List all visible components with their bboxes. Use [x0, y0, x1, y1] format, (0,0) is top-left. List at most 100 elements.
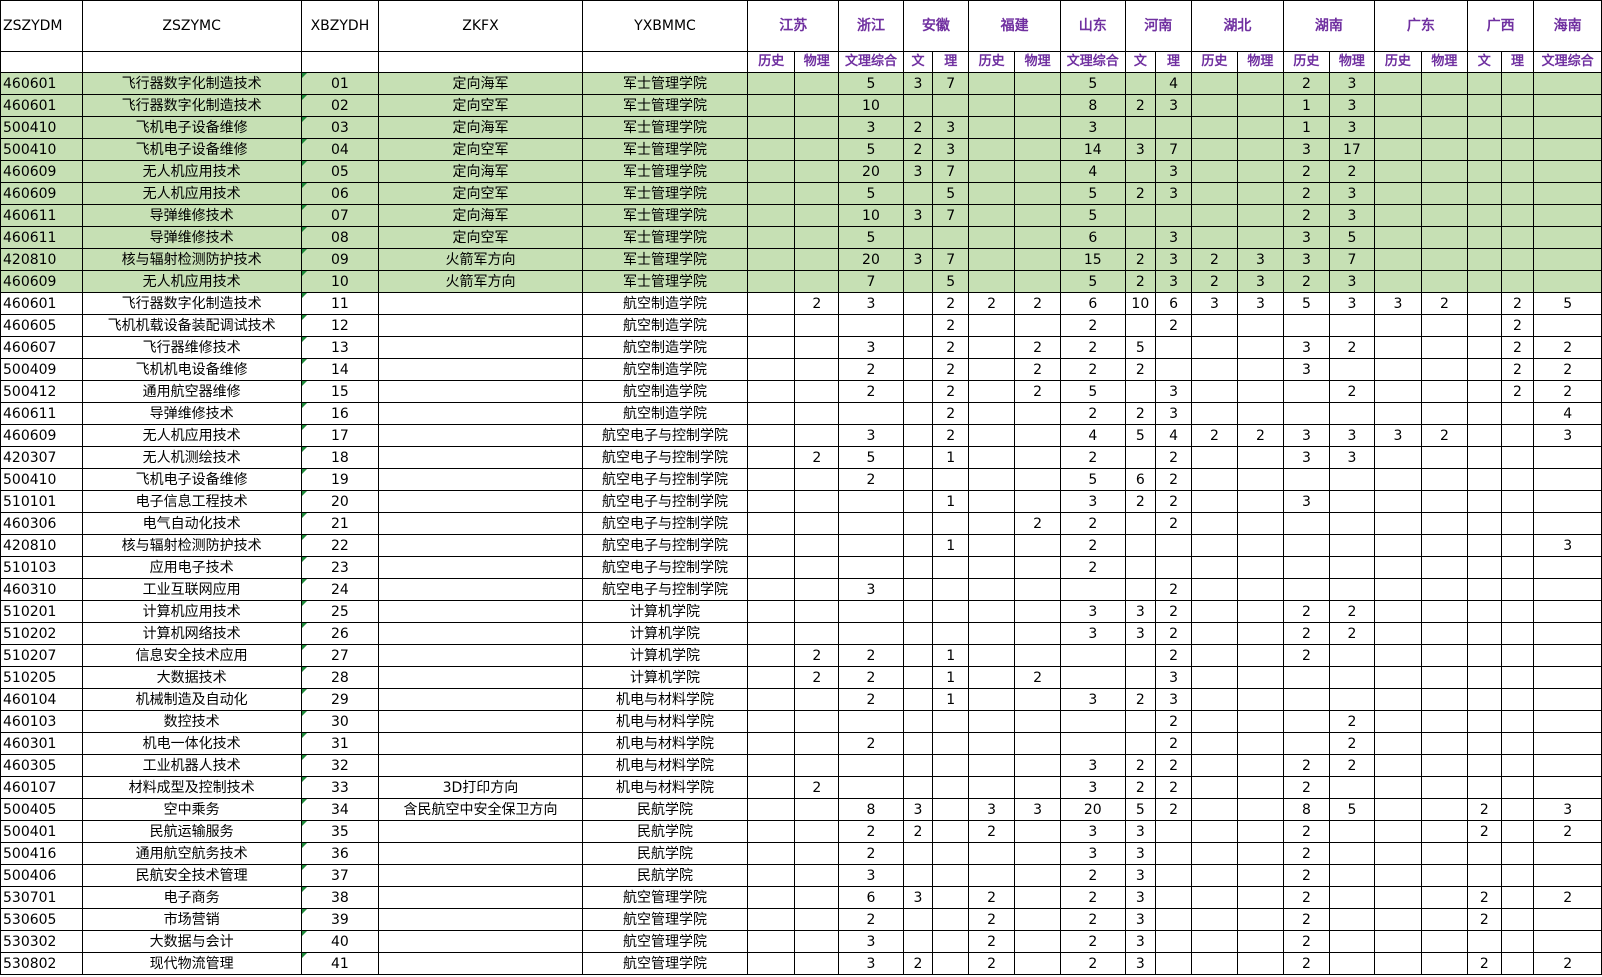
cell-yxbmmc[interactable]: 计算机学院 — [581, 622, 749, 645]
cell-quota[interactable]: 3 — [1190, 292, 1238, 315]
cell-quota[interactable]: 2 — [1500, 336, 1535, 359]
cell-quota[interactable] — [1155, 116, 1192, 139]
cell-quota[interactable] — [1190, 358, 1238, 381]
cell-quota[interactable] — [1124, 72, 1157, 95]
cell-quota[interactable] — [1190, 468, 1238, 491]
cell-zszymc[interactable]: 数控技术 — [81, 710, 302, 733]
cell-quota[interactable]: 2 — [1282, 600, 1330, 623]
cell-quota[interactable] — [1328, 512, 1375, 535]
cell-quota[interactable]: 2 — [838, 358, 904, 381]
cell-yxbmmc[interactable]: 航空制造学院 — [581, 336, 749, 359]
cell-quota[interactable] — [1533, 930, 1602, 953]
cell-quota[interactable] — [1190, 644, 1238, 667]
cell-quota[interactable] — [932, 776, 970, 799]
cell-quota[interactable] — [1014, 446, 1062, 469]
cell-zszymc[interactable]: 核与辐射检测防护技术 — [81, 248, 302, 271]
cell-quota[interactable] — [1014, 116, 1062, 139]
cell-quota[interactable]: 2 — [1466, 908, 1502, 931]
cell-quota[interactable] — [838, 556, 904, 579]
header-yxbmmc[interactable]: YXBMMC — [581, 0, 749, 52]
cell-quota[interactable] — [968, 314, 1016, 337]
cell-quota[interactable] — [747, 908, 796, 931]
cell-quota[interactable] — [1500, 622, 1535, 645]
cell-quota[interactable] — [968, 160, 1016, 183]
cell-quota[interactable] — [1533, 776, 1602, 799]
cell-quota[interactable] — [932, 930, 970, 953]
cell-quota[interactable] — [932, 798, 970, 821]
cell-quota[interactable] — [794, 336, 840, 359]
cell-zszydm[interactable]: 510205 — [0, 666, 83, 689]
cell-quota[interactable] — [1236, 336, 1284, 359]
cell-xbzydh[interactable]: 12 — [300, 314, 380, 337]
cell-quota[interactable] — [1190, 820, 1238, 843]
cell-zszymc[interactable]: 飞行器数字化制造技术 — [81, 72, 302, 95]
cell-quota[interactable] — [1328, 820, 1375, 843]
cell-zszydm[interactable]: 460609 — [0, 182, 83, 205]
cell-xbzydh[interactable]: 40 — [300, 930, 380, 953]
cell-quota[interactable] — [902, 578, 934, 601]
cell-zkfx[interactable] — [378, 864, 583, 887]
cell-zkfx[interactable] — [378, 292, 583, 315]
cell-quota[interactable] — [794, 402, 840, 425]
cell-yxbmmc[interactable]: 军士管理学院 — [581, 204, 749, 227]
cell-quota[interactable]: 3 — [1282, 248, 1330, 271]
cell-quota[interactable]: 10 — [1124, 292, 1157, 315]
cell-quota[interactable] — [747, 820, 796, 843]
cell-quota[interactable]: 3 — [1155, 248, 1192, 271]
cell-quota[interactable] — [902, 908, 934, 931]
cell-quota[interactable] — [1014, 622, 1062, 645]
cell-quota[interactable] — [1533, 754, 1602, 777]
cell-zkfx[interactable] — [378, 908, 583, 931]
cell-quota[interactable]: 2 — [1060, 556, 1126, 579]
cell-yxbmmc[interactable]: 机电与材料学院 — [581, 754, 749, 777]
cell-quota[interactable] — [794, 116, 840, 139]
cell-quota[interactable] — [1500, 732, 1535, 755]
cell-quota[interactable] — [1124, 380, 1157, 403]
cell-quota[interactable]: 1 — [932, 666, 970, 689]
cell-zkfx[interactable]: 定向海军 — [378, 204, 583, 227]
cell-quota[interactable] — [747, 776, 796, 799]
cell-quota[interactable]: 3 — [1533, 534, 1602, 557]
cell-quota[interactable] — [1533, 160, 1602, 183]
cell-quota[interactable] — [1420, 358, 1468, 381]
cell-zszymc[interactable]: 飞机电子设备维修 — [81, 468, 302, 491]
cell-quota[interactable]: 2 — [1328, 380, 1375, 403]
cell-quota[interactable] — [1236, 358, 1284, 381]
cell-quota[interactable]: 2 — [1282, 644, 1330, 667]
cell-quota[interactable] — [902, 732, 934, 755]
header-province-guangxi[interactable]: 广西 — [1466, 0, 1535, 52]
cell-quota[interactable] — [1282, 380, 1330, 403]
header-subject-cell[interactable]: 历史 — [1190, 51, 1238, 73]
cell-quota[interactable] — [1190, 776, 1238, 799]
cell-quota[interactable]: 2 — [1060, 864, 1126, 887]
cell-yxbmmc[interactable]: 计算机学院 — [581, 644, 749, 667]
cell-quota[interactable] — [1236, 688, 1284, 711]
cell-quota[interactable]: 2 — [838, 380, 904, 403]
cell-quota[interactable] — [1328, 666, 1375, 689]
cell-xbzydh[interactable]: 20 — [300, 490, 380, 513]
cell-quota[interactable] — [1533, 688, 1602, 711]
cell-quota[interactable]: 20 — [838, 248, 904, 271]
cell-quota[interactable]: 2 — [1060, 314, 1126, 337]
cell-quota[interactable] — [1190, 666, 1238, 689]
cell-zszydm[interactable]: 420810 — [0, 248, 83, 271]
cell-quota[interactable] — [1420, 512, 1468, 535]
cell-quota[interactable] — [838, 402, 904, 425]
cell-xbzydh[interactable]: 09 — [300, 248, 380, 271]
cell-quota[interactable] — [1373, 314, 1422, 337]
cell-quota[interactable] — [1236, 72, 1284, 95]
cell-quota[interactable] — [747, 710, 796, 733]
cell-quota[interactable] — [1155, 952, 1192, 975]
cell-quota[interactable] — [1500, 204, 1535, 227]
cell-quota[interactable]: 3 — [1533, 798, 1602, 821]
cell-quota[interactable] — [794, 380, 840, 403]
cell-quota[interactable] — [932, 864, 970, 887]
cell-quota[interactable] — [747, 160, 796, 183]
cell-quota[interactable] — [1533, 600, 1602, 623]
cell-yxbmmc[interactable]: 机电与材料学院 — [581, 688, 749, 711]
cell-zkfx[interactable] — [378, 600, 583, 623]
cell-quota[interactable] — [1533, 468, 1602, 491]
cell-quota[interactable] — [1236, 116, 1284, 139]
cell-quota[interactable]: 2 — [1282, 908, 1330, 931]
cell-quota[interactable]: 3 — [1124, 138, 1157, 161]
